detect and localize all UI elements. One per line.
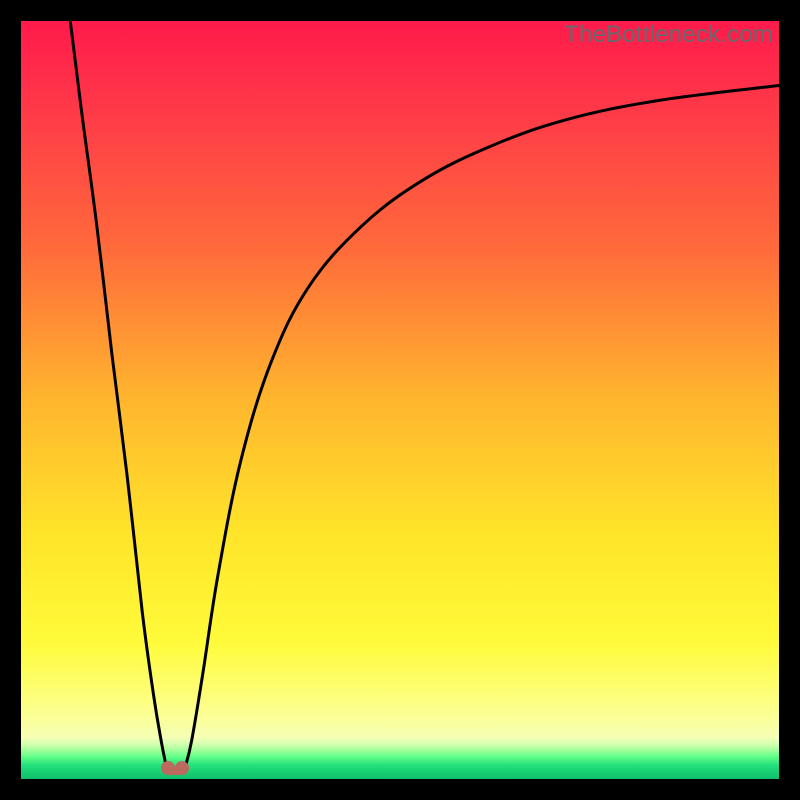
plot-frame: TheBottleneck.com bbox=[21, 21, 779, 779]
curve-right-branch bbox=[184, 85, 779, 771]
optimum-marker bbox=[161, 755, 189, 777]
watermark-text: TheBottleneck.com bbox=[564, 21, 773, 49]
curve-layer bbox=[21, 21, 779, 779]
curve-left-branch bbox=[70, 21, 167, 771]
marker-connector bbox=[166, 767, 184, 775]
